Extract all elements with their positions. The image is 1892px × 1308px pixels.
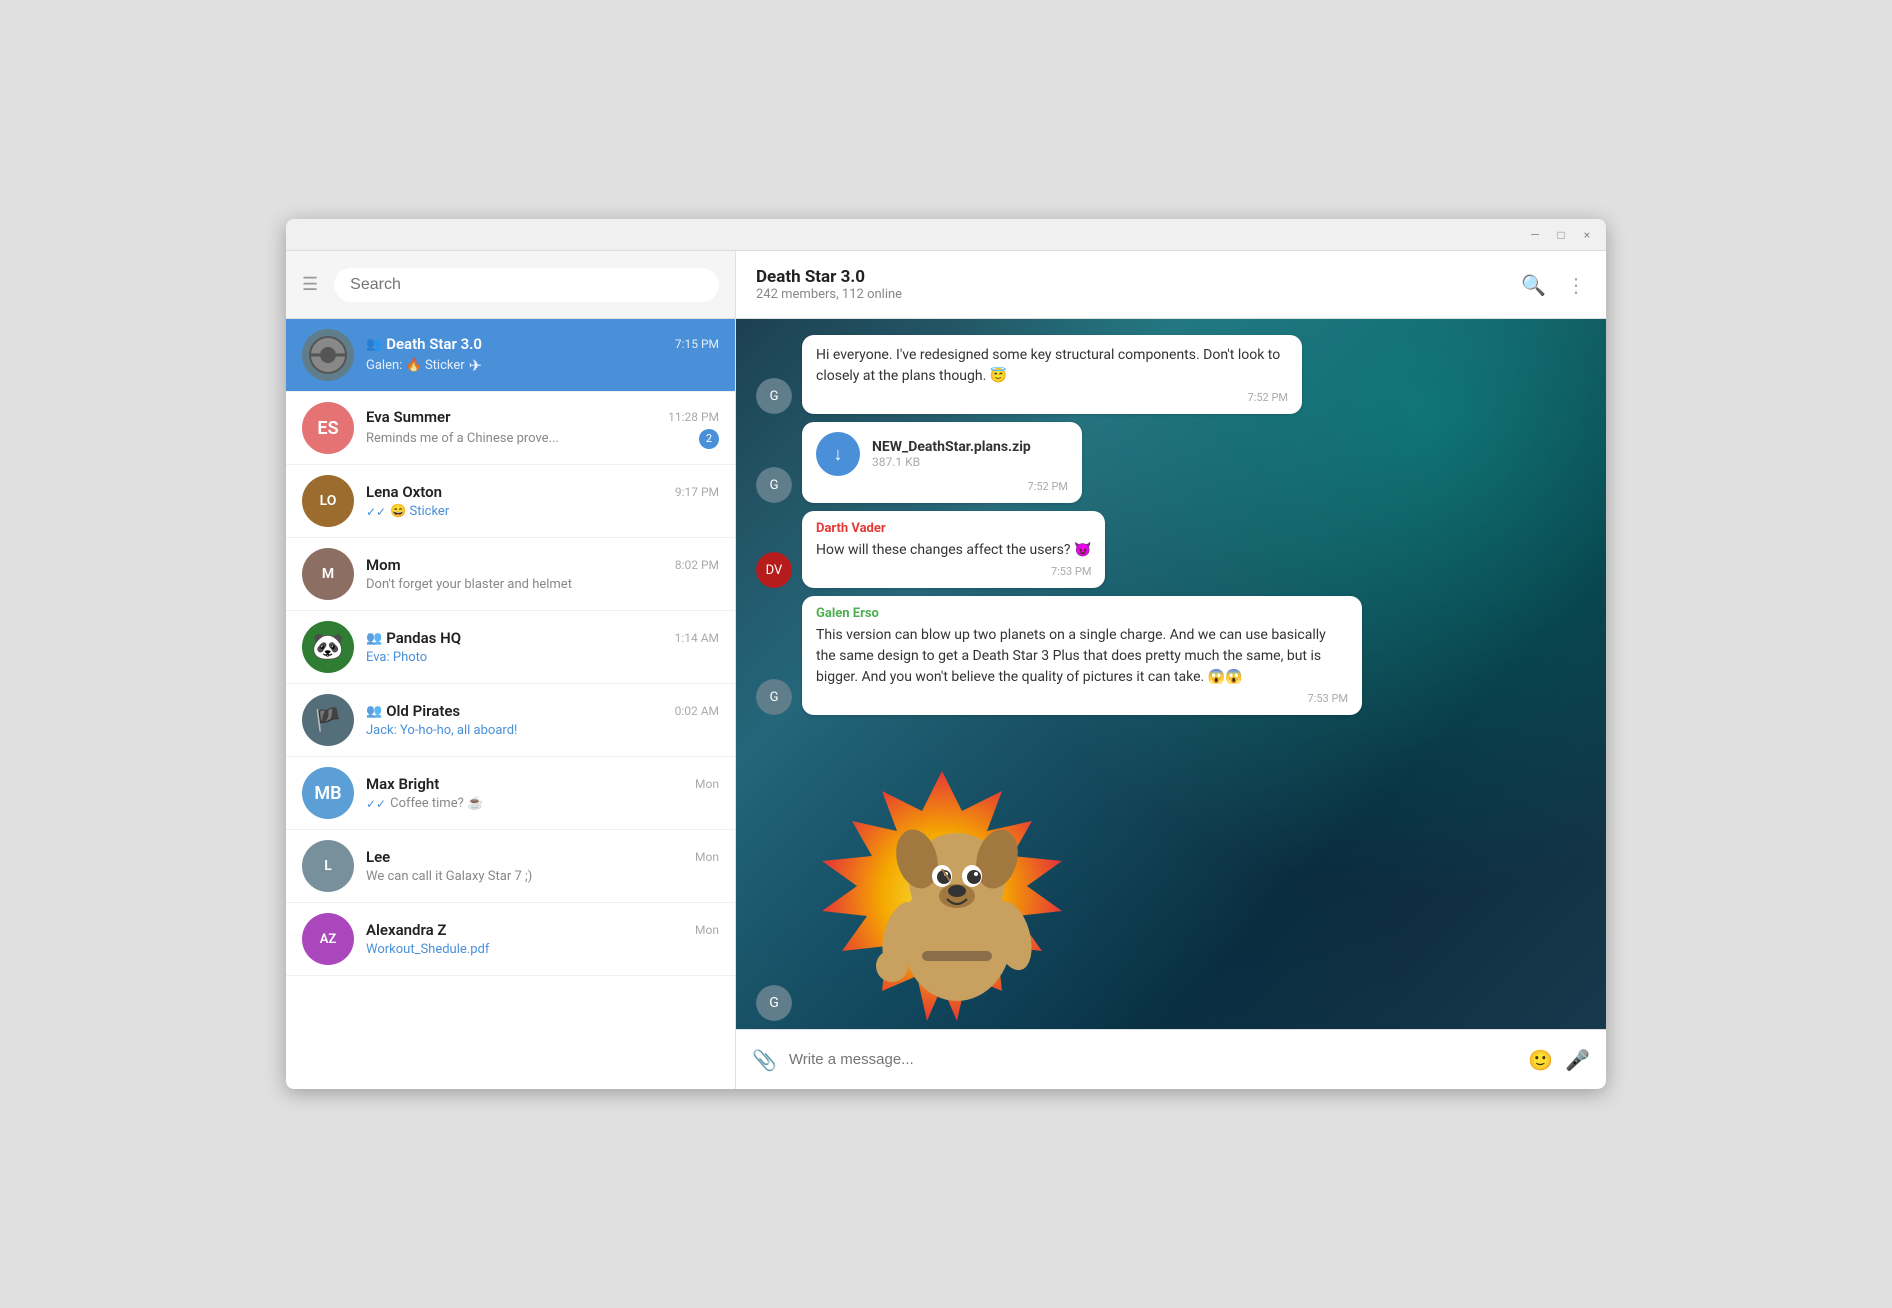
app-window: — □ × ☰ 👥 Death Star 3.0 7:15 PM Galen: 🔥 … [286,219,1606,1089]
hamburger-icon[interactable]: ☰ [302,274,318,295]
message-time: 7:52 PM [816,391,1288,404]
chat-item-max-bright[interactable]: MB Max Bright Mon ✓✓ Coffee time? ☕ [286,757,735,830]
sidebar-header: ☰ [286,251,735,319]
chat-name: 👥 Old Pirates [366,702,460,720]
file-name: NEW_DeathStar.plans.zip [872,439,1068,455]
chat-preview: ✓✓ 😄 Sticker [366,504,719,519]
sticker-sender-avatar: G [756,985,792,1021]
chat-list: 👥 Death Star 3.0 7:15 PM Galen: 🔥 Sticker … [286,319,735,1089]
chat-preview: Jack: Yo-ho-ho, all aboard! [366,723,719,738]
chat-name: Alexandra Z [366,921,446,939]
search-input[interactable] [334,268,719,302]
chat-item-lena-oxton[interactable]: LO Lena Oxton 9:17 PM ✓✓ 😄 Sticker [286,465,735,538]
message-row: G Galen Erso This version can blow up tw… [756,596,1586,715]
message-time: 7:52 PM [816,480,1068,493]
chat-preview: Galen: 🔥 Sticker ✈ [366,356,719,375]
attach-icon[interactable]: 📎 [752,1048,777,1072]
file-message-bubble: ↓ NEW_DeathStar.plans.zip 387.1 KB 7:52 … [802,422,1082,503]
chat-name: 👥 Pandas HQ [366,629,461,647]
chat-preview: Reminds me of a Chinese prove... [366,431,699,446]
chat-time: 0:02 AM [675,704,719,718]
chat-subtitle: 242 members, 112 online [756,287,902,302]
maximize-button[interactable]: □ [1554,228,1568,242]
title-bar: — □ × [286,219,1606,251]
message-text: How will these changes affect the users?… [816,540,1091,561]
chat-header: Death Star 3.0 242 members, 112 online 🔍… [736,251,1606,319]
message-bubble: Galen Erso This version can blow up two … [802,596,1362,715]
chat-preview: Workout_Shedule.pdf [366,942,719,957]
file-attachment[interactable]: ↓ NEW_DeathStar.plans.zip 387.1 KB [816,432,1068,476]
chat-item-eva-summer[interactable]: ES Eva Summer 11:28 PM Reminds me of a Chin… [286,392,735,465]
chat-preview: ✓✓ Coffee time? ☕ [366,796,719,811]
chat-preview: Eva: Photo [366,650,719,665]
file-size: 387.1 KB [872,455,1068,469]
chat-item-alexandra-z[interactable]: AZ Alexandra Z Mon Workout_Shedule.pdf [286,903,735,976]
message-sender: Darth Vader [816,521,1091,536]
chat-preview: We can call it Galaxy Star 7 ;) [366,869,719,884]
sidebar: ☰ 👥 Death Star 3.0 7:15 PM Galen: 🔥 Sticke… [286,251,736,1089]
chat-header-actions: 🔍 ⋮ [1521,273,1586,297]
chat-name: Lena Oxton [366,483,442,501]
message-time: 7:53 PM [816,692,1348,705]
emoji-icon[interactable]: 🙂 [1528,1048,1553,1072]
avatar: LO [302,475,354,527]
chat-messages: G Hi everyone. I've redesigned some key s… [736,319,1606,761]
unread-badge: 2 [699,429,719,449]
chat-time: Mon [695,850,719,864]
message-input[interactable] [789,1051,1516,1068]
chat-name: Mom [366,556,401,574]
chat-item-mom[interactable]: M Mom 8:02 PM Don't forget your blaster and… [286,538,735,611]
avatar: AZ [302,913,354,965]
chat-panel: Death Star 3.0 242 members, 112 online 🔍… [736,251,1606,1089]
more-options-icon[interactable]: ⋮ [1566,273,1586,297]
avatar: MB [302,767,354,819]
avatar [302,329,354,381]
message-text: This version can blow up two planets on … [816,625,1348,688]
chat-time: 11:28 PM [668,410,719,424]
message-row: G ↓ NEW_DeathStar.plans.zip 387.1 KB 7:5… [756,422,1586,503]
chat-time: Mon [695,777,719,791]
message-bubble: Hi everyone. I've redesigned some key st… [802,335,1302,414]
message-row: DV Darth Vader How will these changes af… [756,511,1586,588]
minimize-button[interactable]: — [1528,228,1542,242]
chat-name: Eva Summer [366,408,451,426]
chat-time: 8:02 PM [675,558,719,572]
close-button[interactable]: × [1580,228,1594,242]
avatar: G [756,378,792,414]
chat-item-old-pirates[interactable]: 🏴 👥 Old Pirates 0:02 AM Jack: Yo-ho-ho, all… [286,684,735,757]
message-text: Hi everyone. I've redesigned some key st… [816,345,1288,387]
chat-item-pandas-hq[interactable]: 🐼 👥 Pandas HQ 1:14 AM Eva: Photo [286,611,735,684]
chat-time: 1:14 AM [675,631,719,645]
chat-item-death-star[interactable]: 👥 Death Star 3.0 7:15 PM Galen: 🔥 Sticker … [286,319,735,392]
message-row: G Hi everyone. I've redesigned some key s… [756,335,1586,414]
avatar: ES [302,402,354,454]
message-sender: Galen Erso [816,606,1348,621]
chat-time: 7:15 PM [675,337,719,351]
chat-preview: Don't forget your blaster and helmet [366,577,719,592]
message-time: 7:53 PM [816,565,1091,578]
chat-input-area: 📎 🙂 🎤 [736,1029,1606,1089]
chat-name: Max Bright [366,775,439,793]
chat-title: Death Star 3.0 [756,267,902,287]
chat-name: 👥 Death Star 3.0 [366,335,482,353]
avatar: 🏴 [302,694,354,746]
avatar: M [302,548,354,600]
chat-header-info: Death Star 3.0 242 members, 112 online [756,267,902,302]
download-icon[interactable]: ↓ [816,432,860,476]
chat-item-lee[interactable]: L Lee Mon We can call it Galaxy Star 7 ;) [286,830,735,903]
sticker-row: G [736,761,1606,1029]
mic-icon[interactable]: 🎤 [1565,1048,1590,1072]
message-bubble: Darth Vader How will these changes affec… [802,511,1105,588]
chat-time: 9:17 PM [675,485,719,499]
main-layout: ☰ 👥 Death Star 3.0 7:15 PM Galen: 🔥 Sticke… [286,251,1606,1089]
sticker-image [802,761,1082,1021]
avatar: L [302,840,354,892]
chat-name: Lee [366,848,390,866]
chat-time: Mon [695,923,719,937]
avatar: 🐼 [302,621,354,673]
search-icon[interactable]: 🔍 [1521,273,1546,297]
